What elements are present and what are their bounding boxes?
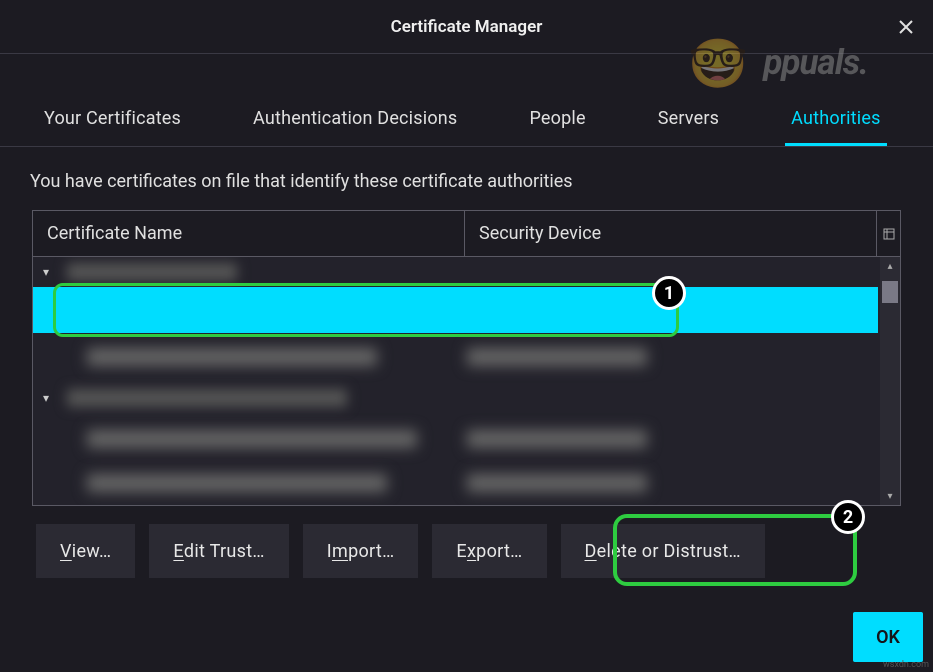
- annotation-badge-2: 2: [831, 500, 865, 534]
- scrollbar[interactable]: ▴ ▾: [880, 257, 900, 505]
- cert-name-redacted: [87, 348, 377, 366]
- cert-name-redacted: [87, 430, 417, 448]
- footer-actions: OK: [853, 612, 923, 662]
- watermark-text: ppuals.: [763, 42, 868, 83]
- page-description: You have certificates on file that ident…: [0, 147, 933, 210]
- tab-your-certificates[interactable]: Your Certificates: [38, 94, 187, 146]
- table-group-row[interactable]: ▾: [33, 379, 900, 417]
- certificates-table: Certificate Name Security Device ▾ 1 ▾: [32, 210, 901, 506]
- column-security-device[interactable]: Security Device: [465, 211, 876, 256]
- group-label-redacted: [67, 389, 347, 407]
- export-button[interactable]: Export…: [432, 524, 546, 578]
- close-button[interactable]: [891, 12, 921, 42]
- import-button[interactable]: Import…: [303, 524, 419, 578]
- footer-watermark: wsxdn.com: [883, 660, 929, 670]
- tab-authentication-decisions[interactable]: Authentication Decisions: [247, 94, 463, 146]
- cert-name-redacted: [87, 474, 387, 492]
- table-header: Certificate Name Security Device: [33, 211, 900, 257]
- group-label-redacted: [67, 263, 237, 281]
- annotation-highlight-2: 2: [613, 514, 857, 586]
- actions-row: View… Edit Trust… Import… Export… Delete…: [0, 506, 933, 578]
- ok-button[interactable]: OK: [853, 612, 923, 662]
- view-button[interactable]: View…: [36, 524, 135, 578]
- cert-device-redacted: [467, 474, 647, 492]
- cert-device-redacted: [467, 430, 647, 448]
- table-row[interactable]: [33, 417, 900, 461]
- column-picker-button[interactable]: [876, 211, 900, 256]
- dialog-title: Certificate Manager: [391, 17, 543, 37]
- chevron-down-icon: ▾: [43, 391, 61, 405]
- scrollbar-thumb[interactable]: [882, 281, 898, 303]
- chevron-down-icon: ▾: [43, 265, 61, 279]
- table-row[interactable]: [33, 335, 900, 379]
- tabs-bar: Your Certificates Authentication Decisio…: [0, 94, 933, 147]
- table-row[interactable]: [33, 461, 900, 505]
- cert-device-redacted: [467, 348, 647, 366]
- scroll-up-arrow[interactable]: ▴: [880, 257, 900, 275]
- scroll-down-arrow[interactable]: ▾: [880, 487, 900, 505]
- column-picker-icon: [883, 228, 895, 240]
- table-body: ▾ 1 ▾ ▴ ▾: [33, 257, 900, 505]
- close-icon: [898, 19, 914, 35]
- tab-servers[interactable]: Servers: [652, 94, 725, 146]
- tab-people[interactable]: People: [523, 94, 591, 146]
- column-certificate-name[interactable]: Certificate Name: [33, 211, 465, 256]
- annotation-badge-1: 1: [652, 276, 686, 310]
- annotation-highlight-1: 1: [53, 283, 679, 337]
- edit-trust-button[interactable]: Edit Trust…: [149, 524, 288, 578]
- tab-authorities[interactable]: Authorities: [785, 94, 886, 146]
- watermark-icon: 🤓: [688, 35, 748, 92]
